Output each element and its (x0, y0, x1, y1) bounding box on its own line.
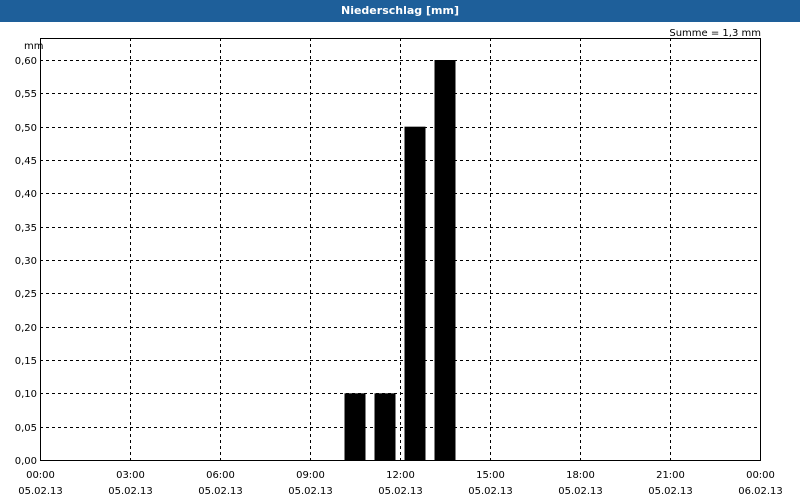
x-tick-time: 09:00 (296, 470, 325, 481)
y-tick-label: 0,60 (15, 56, 37, 67)
x-tick-date: 05.02.13 (288, 486, 333, 497)
x-tick-time: 12:00 (386, 470, 415, 481)
x-tick-time: 00:00 (26, 470, 55, 481)
x-tick-date: 05.02.13 (198, 486, 243, 497)
y-tick-label: 0,05 (15, 423, 37, 434)
x-tick-date: 05.02.13 (378, 486, 423, 497)
x-tick-time: 06:00 (206, 470, 235, 481)
precipitation-bar (374, 393, 396, 460)
precipitation-bar (434, 60, 456, 460)
precipitation-bar (344, 393, 366, 460)
y-tick-label: 0,35 (15, 223, 37, 234)
x-tick-date: 05.02.13 (108, 486, 153, 497)
y-tick-label: 0,55 (15, 89, 37, 100)
y-tick-label: 0,30 (15, 256, 37, 267)
x-tick-time: 15:00 (476, 470, 505, 481)
x-tick-date: 06.02.13 (738, 486, 783, 497)
x-tick-labels: 00:00 05.02.13 03:00 05.02.13 06:00 05.02.13 0… (18, 470, 783, 497)
x-tick-time: 21:00 (656, 470, 685, 481)
x-tick-date: 05.02.13 (18, 486, 63, 497)
y-tick-label: 0,15 (15, 356, 37, 367)
x-tick-date: 05.02.13 (468, 486, 513, 497)
x-tick-time: 03:00 (116, 470, 145, 481)
x-tick-date: 05.02.13 (558, 486, 603, 497)
y-tick-label: 0,00 (15, 456, 37, 467)
y-tick-label: 0,45 (15, 156, 37, 167)
precipitation-chart: mm Summe = 1,3 mm 0,000,050,100,150,200,… (15, 28, 783, 497)
x-tick-date: 05.02.13 (648, 486, 693, 497)
x-tick-time: 00:00 (746, 470, 775, 481)
precipitation-bar (404, 126, 426, 461)
x-tick-time: 18:00 (566, 470, 595, 481)
y-tick-label: 0,10 (15, 389, 37, 400)
y-tick-labels: 0,00 0,05 0,10 0,15 0,20 0,25 0,30 0,35 0,40 0,45… (15, 56, 37, 467)
y-tick-label: 0,20 (15, 323, 37, 334)
sum-annotation: Summe = 1,3 mm (669, 28, 761, 39)
chart-window: Niederschlag [mm] mm Summe = 1,3 mm 0,00… (0, 0, 800, 500)
grid-lines (40, 38, 760, 460)
y-tick-label: 0,40 (15, 189, 37, 200)
y-tick-label: 0,25 (15, 289, 37, 300)
y-tick-label: 0,50 (15, 123, 37, 134)
